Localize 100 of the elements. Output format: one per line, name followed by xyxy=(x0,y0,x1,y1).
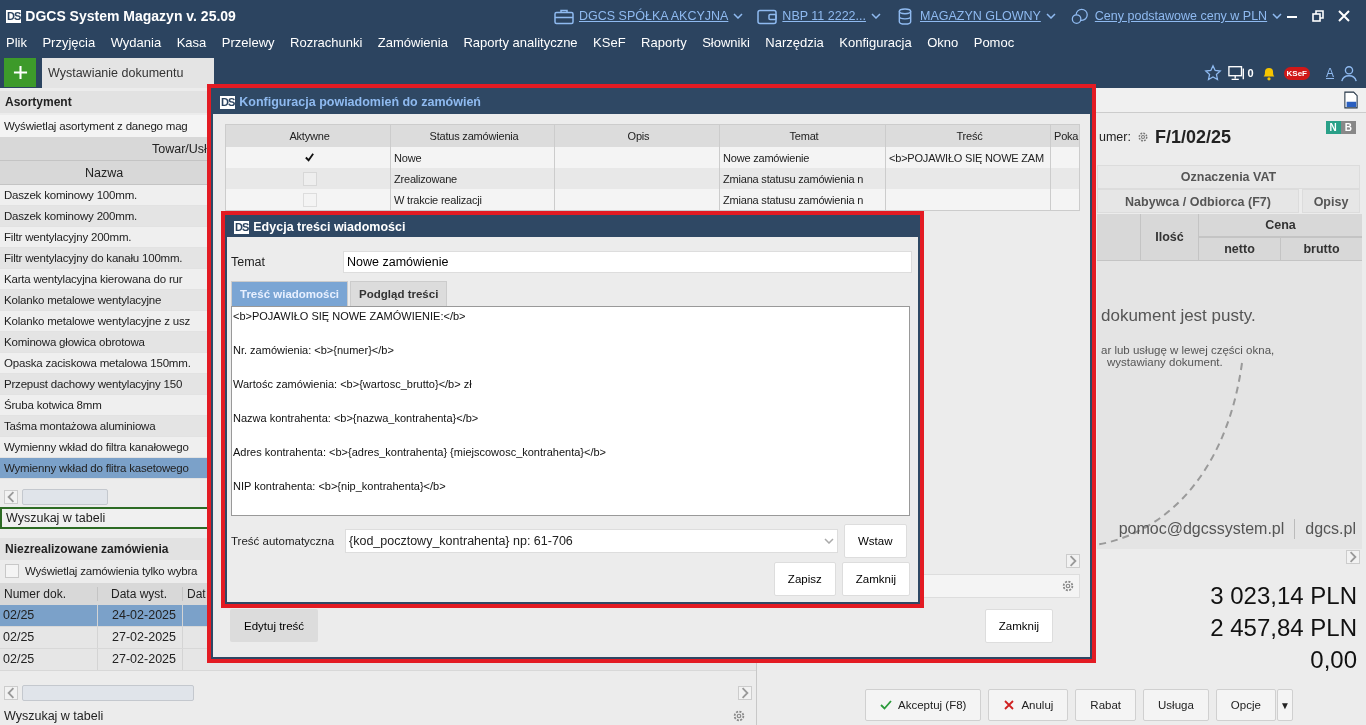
menu-item[interactable]: Pomoc xyxy=(973,34,1015,50)
search-field[interactable]: Wyszukaj w tabeli xyxy=(0,705,732,725)
insert-button[interactable]: Wstaw xyxy=(844,524,907,558)
table-cell: 02/25 xyxy=(0,649,98,670)
add-button[interactable] xyxy=(4,58,36,87)
document-tab[interactable]: Wystawianie dokumentu xyxy=(42,58,214,88)
total-value: 0,00 xyxy=(1310,645,1357,675)
column-header: Cena xyxy=(1198,214,1362,238)
context-selector[interactable]: MAGAZYN GLOWNY xyxy=(895,7,1056,25)
scrollbar-thumb[interactable] xyxy=(22,685,194,701)
chevron-down-icon xyxy=(824,538,834,544)
notification-count: 0 xyxy=(1247,67,1254,79)
scroll-right-icon[interactable] xyxy=(738,686,752,700)
editor-tab[interactable]: Podgląd treści xyxy=(350,281,448,306)
column-header[interactable]: Poka xyxy=(1051,125,1079,147)
table-row[interactable]: Kominowa głowica obrotowa xyxy=(0,332,207,353)
column-header[interactable]: Numer dok. xyxy=(0,587,98,601)
document-icon[interactable] xyxy=(1344,91,1358,109)
star-icon[interactable] xyxy=(1204,64,1223,82)
menu-item[interactable]: Raporty analityczne xyxy=(463,34,578,50)
monitor-icon[interactable] xyxy=(1228,64,1247,82)
menu-item[interactable]: KSeF xyxy=(593,34,626,50)
total-value: 3 023,14 PLN xyxy=(1210,581,1357,611)
chevron-down-icon xyxy=(1045,13,1056,19)
table-row[interactable]: Przepust dachowy wentylacyjny 150 xyxy=(0,374,207,395)
table-cell: 24-02-2025 xyxy=(98,605,183,626)
context-selector[interactable]: NBP 11 2222... xyxy=(757,7,881,25)
checkbox[interactable] xyxy=(304,152,315,163)
edit-button[interactable]: Edytuj treść xyxy=(230,609,319,642)
context-selector[interactable]: DGCS SPÓŁKA AKCYJNA xyxy=(554,7,744,25)
scroll-right-icon[interactable] xyxy=(1066,554,1080,568)
dialog-logo: DS xyxy=(220,95,236,109)
menu-item[interactable]: Plik xyxy=(6,34,27,50)
dropdown-button[interactable]: ▼ xyxy=(1276,689,1293,721)
message-field[interactable]: <b>POJAWIŁO SIĘ NOWE ZAMÓWIENIE:</b> Nr. zamówienia: <b>{numer}</b> Wartośc zamówienia: <b>{wartosc_brutto}</b> zł Nazwa kontrahenta: <b>{nazwa_kontrahenta}</b> Adres kontrahenta: <b>{adres_kontrahenta} {miejscowosc_kontrahenta}</b> NIP kontrahenta: <b>{nip_kontrahenta}</b> xyxy=(231,306,910,516)
column-header[interactable]: netto xyxy=(1198,238,1280,260)
menu-item[interactable]: Kasa xyxy=(176,34,207,50)
column-header[interactable]: Data wyst. xyxy=(98,587,183,601)
menu-item[interactable]: Przelewy xyxy=(221,34,275,50)
save-button[interactable]: Zapisz xyxy=(773,562,836,596)
column-header[interactable]: Ilość xyxy=(1140,214,1198,260)
dropdown-field[interactable]: {kod_pocztowy_kontrahenta} np: 61-706 xyxy=(345,529,838,553)
font-size-button[interactable]: A xyxy=(1326,66,1334,80)
context-selector[interactable]: Ceny podstawowe ceny w PLN xyxy=(1069,7,1283,25)
checkbox-label: Wyświetlaj zamówienia tylko wybra xyxy=(25,565,198,577)
menu-item[interactable]: Słowniki xyxy=(702,34,750,50)
email-link[interactable]: pomoc@dgcssystem.pl xyxy=(1118,520,1285,538)
menu-item[interactable]: Okno xyxy=(927,34,959,50)
column-header[interactable]: Nazwa xyxy=(85,165,124,180)
menu-item[interactable]: Przyjęcia xyxy=(42,34,96,50)
app-title: DGCS System Magazyn v. 25.09 xyxy=(25,8,236,24)
section-tab[interactable]: Opisy xyxy=(1302,189,1360,213)
website-link[interactable]: dgcs.pl xyxy=(1305,520,1356,538)
restore-icon[interactable] xyxy=(1312,10,1324,22)
action-button[interactable]: Usługa xyxy=(1143,689,1209,721)
table-row[interactable]: Taśma montażowa aluminiowa xyxy=(0,416,207,437)
search-field[interactable]: Wyszukaj w tabeli xyxy=(0,507,210,529)
accept-button[interactable]: Akceptuj (F8) xyxy=(865,689,982,721)
subject-field[interactable]: Nowe zamówienie xyxy=(343,251,912,273)
table-cell: 27-02-2025 xyxy=(98,649,183,670)
cancel-button[interactable]: Anuluj xyxy=(988,689,1069,721)
table-row[interactable]: Daszek kominowy 200mm. xyxy=(0,206,207,227)
app-logo: DS xyxy=(6,9,22,23)
close-icon[interactable] xyxy=(1338,10,1350,22)
number-label: umer: xyxy=(1099,130,1131,144)
settings-icon[interactable] xyxy=(1136,131,1149,143)
dialog-title: Edycja treści wiadomości xyxy=(253,220,406,234)
settings-icon[interactable] xyxy=(1061,579,1075,593)
chevron-down-icon xyxy=(871,13,881,19)
user-icon[interactable] xyxy=(1340,64,1358,82)
menu-item[interactable]: Konfiguracja xyxy=(839,34,912,50)
menu-item[interactable]: Raporty xyxy=(641,34,687,50)
close-button[interactable]: Zamknij xyxy=(841,562,910,596)
action-button[interactable]: Rabat xyxy=(1075,689,1137,721)
briefcase-icon xyxy=(554,7,574,25)
settings-icon[interactable] xyxy=(732,709,746,723)
total-value: 2 457,84 PLN xyxy=(1210,613,1357,643)
hint-text: ar lub usługę w lewej części okna, xyxy=(1100,344,1276,356)
document-number: F/1/02/25 xyxy=(1154,126,1231,148)
table-row[interactable]: Wymienny wkład do flitra kasetowego xyxy=(0,458,207,479)
menu-item[interactable]: Zamówienia xyxy=(377,34,448,50)
ksef-badge[interactable]: KSeF xyxy=(1283,66,1310,80)
empty-message: dokument jest pusty. xyxy=(1100,306,1257,326)
chevron-down-icon xyxy=(733,13,744,19)
section-tab[interactable]: Nabywca / Odbiorca (F7) xyxy=(1097,189,1299,213)
column-header[interactable]: brutto xyxy=(1280,238,1362,260)
menu-item[interactable]: Narzędzia xyxy=(765,34,824,50)
close-button[interactable]: Zamknij xyxy=(984,609,1053,643)
scroll-left-icon[interactable] xyxy=(4,686,18,700)
menu-item[interactable]: Wydania xyxy=(110,34,162,50)
scroll-left-icon[interactable] xyxy=(4,490,18,504)
menu-item[interactable]: Rozrachunki xyxy=(290,34,363,50)
table-row[interactable]: Kolanko metalowe wentylacyjne xyxy=(0,290,207,311)
section-tab[interactable]: Oznaczenia VAT xyxy=(1097,165,1360,189)
scrollbar-thumb[interactable] xyxy=(22,489,108,505)
action-button[interactable]: Opcje xyxy=(1215,689,1276,721)
table-row[interactable]: Filtr wentylacyjny do kanału 100mm. xyxy=(0,248,207,269)
check-icon xyxy=(880,700,892,710)
scroll-right-icon[interactable] xyxy=(1346,550,1360,564)
field-label: Temat xyxy=(231,255,267,269)
